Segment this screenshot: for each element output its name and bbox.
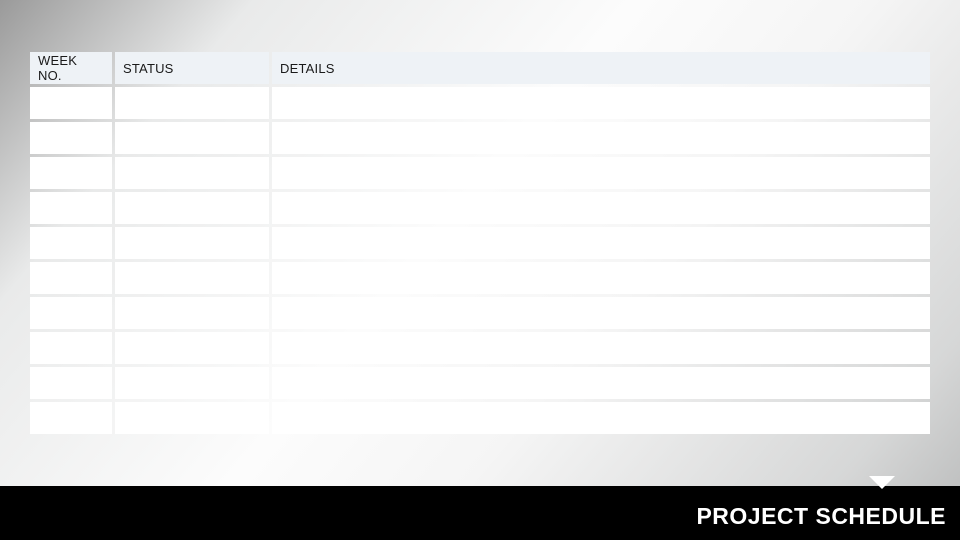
- cell-week: [30, 157, 112, 189]
- table-row: [30, 402, 930, 434]
- cell-status: [115, 297, 269, 329]
- page-title: PROJECT SCHEDULE: [696, 503, 946, 530]
- table-row: [30, 227, 930, 259]
- cell-status: [115, 367, 269, 399]
- cell-details: [272, 227, 930, 259]
- cell-details: [272, 122, 930, 154]
- cell-status: [115, 122, 269, 154]
- cell-status: [115, 192, 269, 224]
- cell-status: [115, 402, 269, 434]
- table-row: [30, 87, 930, 119]
- cell-details: [272, 332, 930, 364]
- cell-week: [30, 262, 112, 294]
- cell-week: [30, 192, 112, 224]
- cell-details: [272, 157, 930, 189]
- col-header-week: WEEK NO.: [30, 52, 112, 84]
- cell-status: [115, 227, 269, 259]
- cell-week: [30, 402, 112, 434]
- cell-week: [30, 87, 112, 119]
- table-row: [30, 262, 930, 294]
- col-header-status: STATUS: [115, 52, 269, 84]
- col-header-details: DETAILS: [272, 52, 930, 84]
- cell-status: [115, 262, 269, 294]
- cell-week: [30, 297, 112, 329]
- cell-week: [30, 227, 112, 259]
- table-row: [30, 157, 930, 189]
- footer-bar: PROJECT SCHEDULE: [0, 486, 960, 540]
- cell-details: [272, 87, 930, 119]
- cell-details: [272, 192, 930, 224]
- table-row: [30, 297, 930, 329]
- table-header-row: WEEK NO. STATUS DETAILS: [30, 52, 930, 84]
- table-row: [30, 122, 930, 154]
- cell-status: [115, 157, 269, 189]
- cell-details: [272, 367, 930, 399]
- schedule-table: WEEK NO. STATUS DETAILS: [27, 49, 933, 437]
- cell-week: [30, 122, 112, 154]
- cell-details: [272, 297, 930, 329]
- table-row: [30, 367, 930, 399]
- cell-details: [272, 402, 930, 434]
- table-row: [30, 332, 930, 364]
- chevron-down-icon: [869, 476, 895, 489]
- cell-week: [30, 367, 112, 399]
- schedule-table-wrap: WEEK NO. STATUS DETAILS: [27, 49, 933, 437]
- cell-week: [30, 332, 112, 364]
- cell-status: [115, 87, 269, 119]
- cell-details: [272, 262, 930, 294]
- slide: WEEK NO. STATUS DETAILS: [0, 0, 960, 540]
- cell-status: [115, 332, 269, 364]
- table-row: [30, 192, 930, 224]
